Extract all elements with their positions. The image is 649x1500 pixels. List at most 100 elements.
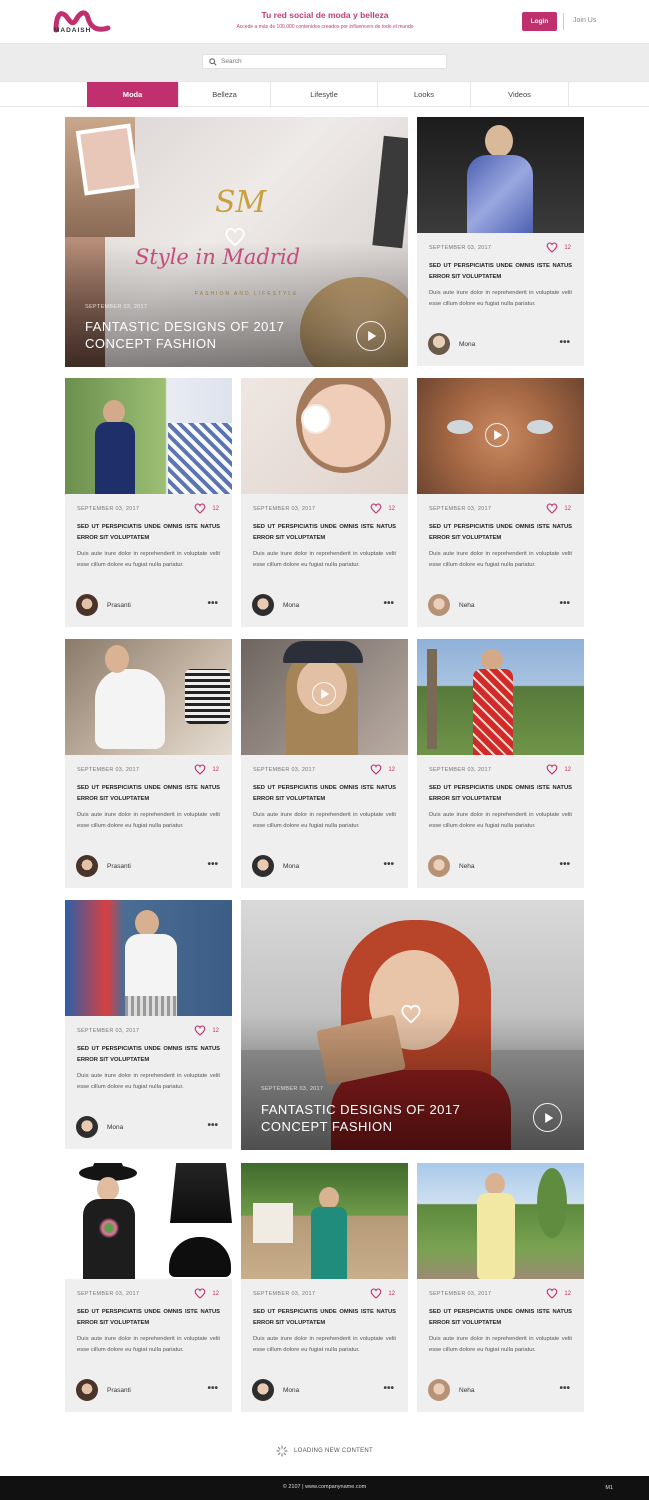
model-eye xyxy=(527,420,553,434)
heart-icon[interactable] xyxy=(370,1288,382,1299)
model-head xyxy=(105,645,129,673)
post-title[interactable]: SED UT PERSPICIATIS UNDE OMNIS ISTE NATU… xyxy=(429,783,572,805)
post-card[interactable]: SEPTEMBER 03, 2017 12 SED UT PERSPICIATI… xyxy=(65,900,232,1149)
post-title[interactable]: SED UT PERSPICIATIS UNDE OMNIS ISTE NATU… xyxy=(253,522,396,544)
post-title[interactable]: SED UT PERSPICIATIS UNDE OMNIS ISTE NATU… xyxy=(77,1044,220,1066)
featured-video-post[interactable]: SEPTEMBER 03, 2017 FANTASTIC DESIGNS OF … xyxy=(241,900,584,1150)
post-title[interactable]: SED UT PERSPICIATIS UNDE OMNIS ISTE NATU… xyxy=(253,783,396,805)
more-options-icon[interactable]: ••• xyxy=(383,598,394,609)
heart-icon[interactable] xyxy=(546,764,558,775)
avatar[interactable] xyxy=(76,1116,98,1138)
post-card[interactable]: SEPTEMBER 03, 2017 12 SED UT PERSPICIATI… xyxy=(241,378,408,627)
post-title[interactable]: SED UT PERSPICIATIS UNDE OMNIS ISTE NATU… xyxy=(77,783,220,805)
author-name[interactable]: Prasanti xyxy=(107,863,131,870)
post-title[interactable]: SED UT PERSPICIATIS UNDE OMNIS ISTE NATU… xyxy=(429,1307,572,1329)
like-count: 12 xyxy=(564,767,571,773)
heart-icon[interactable] xyxy=(194,1025,206,1036)
author-name[interactable]: Prasanti xyxy=(107,1387,131,1394)
more-options-icon[interactable]: ••• xyxy=(207,1120,218,1131)
heart-icon[interactable] xyxy=(370,764,382,775)
avatar[interactable] xyxy=(252,594,274,616)
black-cap xyxy=(169,1237,231,1277)
search-box[interactable] xyxy=(202,54,447,69)
join-us-link[interactable]: Join Us xyxy=(573,17,596,24)
avatar[interactable] xyxy=(76,855,98,877)
avatar[interactable] xyxy=(76,1379,98,1401)
post-card[interactable]: SEPTEMBER 03, 2017 12 SED UT PERSPICIATI… xyxy=(417,117,584,366)
post-title[interactable]: SED UT PERSPICIATIS UNDE OMNIS ISTE NATU… xyxy=(429,261,572,283)
post-excerpt: Duis aute irure dolor in reprehenderit i… xyxy=(253,551,396,568)
author-name[interactable]: Mona xyxy=(283,1387,299,1394)
play-icon[interactable] xyxy=(533,1103,562,1132)
post-card[interactable]: SEPTEMBER 03, 2017 12 SED UT PERSPICIATI… xyxy=(241,639,408,888)
tab-looks[interactable]: Looks xyxy=(378,82,471,107)
avatar[interactable] xyxy=(428,594,450,616)
featured-post[interactable]: SM Style in Madrid FASHION AND LIFESTYLE… xyxy=(65,117,408,367)
author-name[interactable]: Neha xyxy=(459,1387,475,1394)
more-options-icon[interactable]: ••• xyxy=(559,337,570,348)
avatar[interactable] xyxy=(76,594,98,616)
post-card[interactable]: SEPTEMBER 03, 2017 12 SED UT PERSPICIATI… xyxy=(65,378,232,627)
author-name[interactable]: Mona xyxy=(107,1124,123,1131)
play-icon[interactable] xyxy=(312,682,336,706)
post-card[interactable]: SEPTEMBER 03, 2017 12 SED UT PERSPICIATI… xyxy=(417,1163,584,1412)
avatar[interactable] xyxy=(252,1379,274,1401)
heart-icon[interactable] xyxy=(370,503,382,514)
palm-trunk xyxy=(427,649,437,749)
author-name[interactable]: Mona xyxy=(283,602,299,609)
tab-videos[interactable]: Videos xyxy=(471,82,569,107)
style-in-madrid-text: Style in Madrid xyxy=(135,245,301,269)
avatar[interactable] xyxy=(428,1379,450,1401)
model-head xyxy=(97,1177,119,1201)
avatar[interactable] xyxy=(428,333,450,355)
post-card[interactable]: SEPTEMBER 03, 2017 12 SED UT PERSPICIATI… xyxy=(417,378,584,627)
post-card[interactable]: SEPTEMBER 03, 2017 12 SED UT PERSPICIATI… xyxy=(241,1163,408,1412)
tab-belleza[interactable]: Belleza xyxy=(179,82,271,107)
author-name[interactable]: Prasanti xyxy=(107,602,131,609)
like-count: 12 xyxy=(212,767,219,773)
post-image xyxy=(65,639,232,755)
heart-icon[interactable] xyxy=(194,764,206,775)
play-icon[interactable] xyxy=(485,423,509,447)
post-card[interactable]: SEPTEMBER 03, 2017 12 SED UT PERSPICIATI… xyxy=(65,1163,232,1412)
more-options-icon[interactable]: ••• xyxy=(383,859,394,870)
more-options-icon[interactable]: ••• xyxy=(383,1383,394,1394)
post-card[interactable]: SEPTEMBER 03, 2017 12 SED UT PERSPICIATI… xyxy=(65,639,232,888)
heart-icon[interactable] xyxy=(224,227,246,247)
heart-icon[interactable] xyxy=(546,503,558,514)
post-title[interactable]: SED UT PERSPICIATIS UNDE OMNIS ISTE NATU… xyxy=(77,522,220,544)
search-input[interactable] xyxy=(221,58,421,65)
more-options-icon[interactable]: ••• xyxy=(559,1383,570,1394)
tab-lifestyle[interactable]: Lifesytle xyxy=(271,82,378,107)
post-date: SEPTEMBER 03, 2017 xyxy=(253,506,316,512)
author-name[interactable]: Neha xyxy=(459,863,475,870)
more-options-icon[interactable]: ••• xyxy=(559,859,570,870)
like-count: 12 xyxy=(388,506,395,512)
avatar[interactable] xyxy=(428,855,450,877)
post-title[interactable]: SED UT PERSPICIATIS UNDE OMNIS ISTE NATU… xyxy=(77,1307,220,1329)
more-options-icon[interactable]: ••• xyxy=(207,598,218,609)
heart-icon[interactable] xyxy=(546,242,558,253)
post-title[interactable]: SED UT PERSPICIATIS UNDE OMNIS ISTE NATU… xyxy=(429,522,572,544)
tab-moda[interactable]: Moda xyxy=(87,82,179,107)
post-date: SEPTEMBER 03, 2017 xyxy=(253,1291,316,1297)
login-button[interactable]: Login xyxy=(522,12,557,31)
play-icon[interactable] xyxy=(356,321,386,351)
heart-icon[interactable] xyxy=(194,503,206,514)
more-options-icon[interactable]: ••• xyxy=(559,598,570,609)
heart-icon[interactable] xyxy=(400,1004,422,1024)
feature-title[interactable]: FANTASTIC DESIGNS OF 2017 CONCEPT FASHIO… xyxy=(261,1101,491,1135)
avatar[interactable] xyxy=(252,855,274,877)
heart-icon[interactable] xyxy=(194,1288,206,1299)
author-name[interactable]: Neha xyxy=(459,602,475,609)
feature-title[interactable]: FANTASTIC DESIGNS OF 2017 CONCEPT FASHIO… xyxy=(85,318,315,352)
author-name[interactable]: Mona xyxy=(459,341,475,348)
author-name[interactable]: Mona xyxy=(283,863,299,870)
post-title[interactable]: SED UT PERSPICIATIS UNDE OMNIS ISTE NATU… xyxy=(253,1307,396,1329)
post-card[interactable]: SEPTEMBER 03, 2017 12 SED UT PERSPICIATI… xyxy=(417,639,584,888)
more-options-icon[interactable]: ••• xyxy=(207,1383,218,1394)
heart-icon[interactable] xyxy=(546,1288,558,1299)
more-options-icon[interactable]: ••• xyxy=(207,859,218,870)
tagline-subtitle: Accede a más de 100.000 contenidos cread… xyxy=(236,24,414,30)
madaish-logo[interactable] xyxy=(52,6,112,40)
